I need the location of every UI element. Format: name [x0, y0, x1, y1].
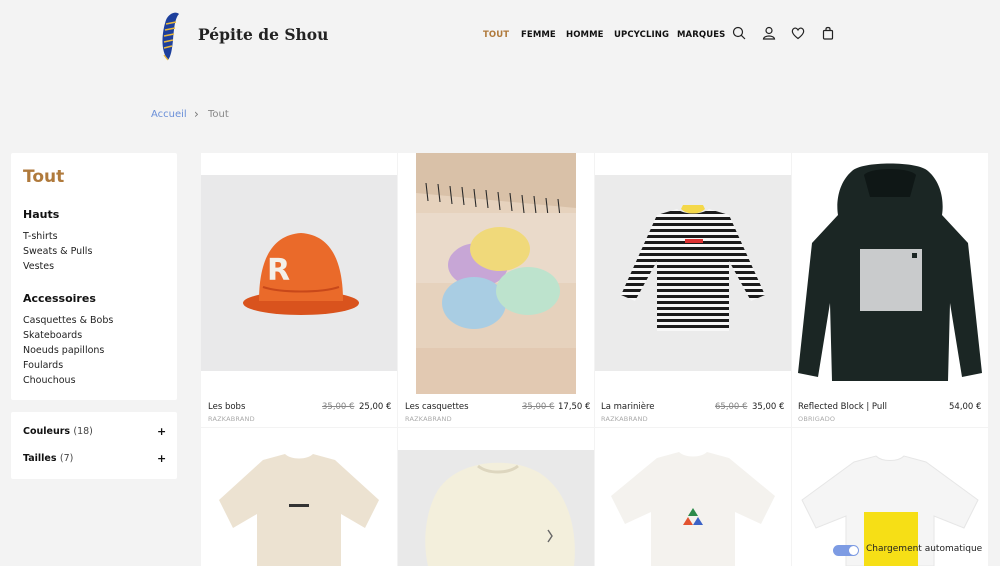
filter-label: Tailles [23, 453, 57, 464]
category-link[interactable]: Foulards [23, 360, 63, 371]
breadcrumb-separator-icon: › [194, 107, 199, 121]
category-link[interactable]: Casquettes & Bobs [23, 315, 113, 326]
product-card[interactable] [398, 428, 594, 566]
product-price: 54,00 € [949, 402, 982, 412]
product-image[interactable]: R [201, 175, 397, 371]
logo-icon[interactable] [154, 10, 182, 62]
category-link[interactable]: Sweats & Pulls [23, 246, 92, 257]
product-brand: OBRIGADO [798, 415, 836, 423]
search-icon[interactable] [732, 26, 746, 40]
product-old-price: 65,00 € [715, 402, 748, 412]
product-card[interactable]: R Les bobs RAZKABRAND 35,00 € 25,00 € [201, 153, 397, 427]
product-price: 35,00 € [752, 402, 785, 412]
filter-count: (18) [73, 426, 93, 437]
category-panel: Tout Hauts T-shirts Sweats & Pulls Veste… [11, 153, 177, 400]
category-link[interactable]: Chouchous [23, 375, 76, 386]
autoload-toggle[interactable] [833, 545, 859, 556]
category-link[interactable]: T-shirts [23, 231, 58, 242]
filter-count: (7) [59, 453, 74, 464]
filter-panel: Couleurs (18) + Tailles (7) + [11, 412, 177, 479]
category-link[interactable]: Noeuds papillons [23, 345, 104, 356]
plus-icon[interactable]: + [157, 425, 166, 438]
product-card[interactable]: Les casquettes RAZKABRAND 35,00 € 17,50 … [398, 153, 594, 427]
product-name[interactable]: Les casquettes [405, 402, 469, 412]
product-card[interactable] [201, 428, 397, 566]
plus-icon[interactable]: + [157, 452, 166, 465]
filter-couleurs[interactable]: Couleurs (18) [23, 426, 93, 437]
product-image[interactable] [398, 450, 594, 566]
page: Pépite de Shou TOUT FEMME HOMME UPCYCLIN… [0, 0, 1000, 566]
product-card[interactable]: La marinière RAZKABRAND 65,00 € 35,00 € [595, 153, 791, 427]
filter-label: Couleurs [23, 426, 71, 437]
group-heading-accessoires[interactable]: Accessoires [23, 292, 96, 305]
product-brand: RAZKABRAND [405, 415, 452, 423]
breadcrumb-home[interactable]: Accueil [151, 109, 187, 120]
product-name[interactable]: Les bobs [208, 402, 245, 412]
product-old-price: 35,00 € [522, 402, 555, 412]
brand-name[interactable]: Pépite de Shou [198, 25, 328, 44]
product-image[interactable] [595, 428, 791, 566]
filter-tailles[interactable]: Tailles (7) [23, 453, 73, 464]
breadcrumb-current: Tout [208, 109, 229, 120]
category-link[interactable]: Skateboards [23, 330, 82, 341]
category-link[interactable]: Vestes [23, 261, 54, 272]
nav-femme[interactable]: FEMME [521, 30, 556, 40]
nav-marques[interactable]: MARQUES [677, 30, 725, 40]
product-name[interactable]: La marinière [601, 402, 655, 412]
group-heading-hauts[interactable]: Hauts [23, 208, 59, 221]
nav-tout[interactable]: TOUT [483, 30, 509, 40]
product-image[interactable] [416, 153, 576, 394]
product-old-price: 35,00 € [322, 402, 355, 412]
product-brand: RAZKABRAND [601, 415, 648, 423]
product-name[interactable]: Reflected Block | Pull [798, 402, 887, 412]
nav-upcycling[interactable]: UPCYCLING [614, 30, 669, 40]
svg-text:R: R [267, 253, 290, 288]
product-image[interactable] [595, 175, 791, 371]
heart-icon[interactable] [791, 26, 805, 40]
bag-icon[interactable] [821, 26, 835, 40]
nav-homme[interactable]: HOMME [566, 30, 604, 40]
product-image[interactable] [201, 428, 397, 566]
product-card[interactable] [595, 428, 791, 566]
account-icon[interactable] [762, 26, 776, 40]
autoload-label[interactable]: Chargement automatique [866, 544, 982, 554]
product-brand: RAZKABRAND [208, 415, 255, 423]
product-card[interactable]: Reflected Block | Pull OBRIGADO 54,00 € [792, 153, 988, 427]
product-image[interactable] [792, 153, 988, 394]
category-title: Tout [23, 167, 65, 187]
product-price: 25,00 € [359, 402, 392, 412]
toggle-knob [849, 546, 858, 555]
product-price: 17,50 € [558, 402, 591, 412]
